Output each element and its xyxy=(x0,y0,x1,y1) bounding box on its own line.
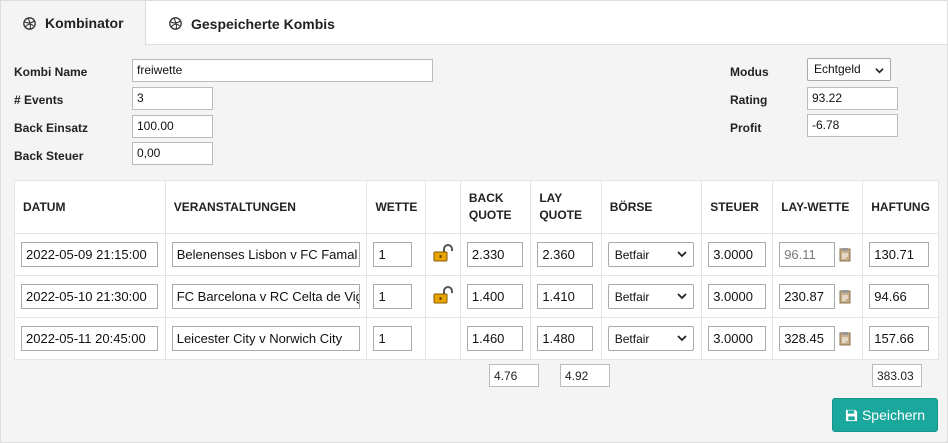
unlock-icon[interactable] xyxy=(433,244,454,262)
col-lay-wette: LAY-WETTE xyxy=(772,180,864,234)
wette-input[interactable]: 1 xyxy=(373,326,413,351)
events-input[interactable]: 3 xyxy=(132,87,213,110)
tab-label: Kombinator xyxy=(45,15,124,31)
lay-wette-input[interactable]: 328.45 xyxy=(779,326,836,351)
chevron-down-icon xyxy=(677,251,687,258)
save-button[interactable]: Speichern xyxy=(832,398,938,432)
back-quote-input[interactable]: 1.460 xyxy=(466,326,523,351)
profit-input[interactable]: -6.78 xyxy=(807,114,898,137)
dribbble-icon xyxy=(23,16,36,30)
table-row: 2022-05-10 21:30:00 FC Barcelona v RC Ce… xyxy=(14,275,939,318)
back-quote-input[interactable]: 1.400 xyxy=(466,284,523,309)
tab-gespeicherte-kombis[interactable]: Gespeicherte Kombis xyxy=(147,1,367,46)
back-einsatz-input[interactable]: 100.00 xyxy=(132,115,213,138)
lay-quote-total: 4.92 xyxy=(560,364,610,387)
wette-input[interactable]: 1 xyxy=(373,284,413,309)
col-steuer: STEUER xyxy=(701,180,774,234)
modus-label: Modus xyxy=(730,65,769,79)
boerse-value: Betfair xyxy=(614,248,650,262)
back-quote-input[interactable]: 2.330 xyxy=(466,242,523,267)
lay-quote-input[interactable]: 2.360 xyxy=(537,242,594,267)
haftung-input[interactable]: 94.66 xyxy=(869,284,930,309)
profit-label: Profit xyxy=(730,121,762,135)
col-wette: WETTE xyxy=(366,180,427,234)
clipboard-icon[interactable] xyxy=(839,289,851,304)
dribbble-icon xyxy=(169,17,182,30)
clipboard-icon[interactable] xyxy=(839,331,851,346)
lay-wette-input[interactable]: 96.11 xyxy=(779,242,836,267)
rating-label: Rating xyxy=(730,93,768,107)
back-steuer-input[interactable]: 0,00 xyxy=(132,142,213,165)
table-header-row: DATUM VERANSTALTUNGEN WETTE BACK QUOTE LA… xyxy=(14,180,939,234)
unlock-icon[interactable] xyxy=(433,286,454,304)
boerse-value: Betfair xyxy=(614,332,650,346)
rating-input[interactable]: 93.22 xyxy=(807,87,898,110)
table-row: 2022-05-09 21:15:00 Belenenses Lisbon v … xyxy=(14,233,939,276)
table-row: 2022-05-11 20:45:00 Leicester City v Nor… xyxy=(14,317,939,360)
haftung-input[interactable]: 130.71 xyxy=(869,242,930,267)
back-einsatz-label: Back Einsatz xyxy=(14,121,89,135)
tab-label: Gespeicherte Kombis xyxy=(191,15,335,32)
boerse-select[interactable]: Betfair xyxy=(607,284,694,309)
lay-quote-input[interactable]: 1.410 xyxy=(537,284,594,309)
events-label: # Events xyxy=(14,93,64,107)
kombi-name-input[interactable]: freiwette xyxy=(132,59,433,82)
lock-cell-empty xyxy=(425,317,461,360)
back-quote-total: 4.76 xyxy=(489,364,539,387)
floppy-disk-icon xyxy=(845,409,858,421)
col-veranstaltungen: VERANSTALTUNGEN xyxy=(164,180,368,234)
col-datum: DATUM xyxy=(14,180,166,234)
events-table: DATUM VERANSTALTUNGEN WETTE BACK QUOTE LA… xyxy=(14,180,939,360)
modus-select[interactable]: Echtgeld xyxy=(807,58,891,81)
lay-quote-input[interactable]: 1.480 xyxy=(537,326,594,351)
col-back-quote: BACK QUOTE xyxy=(459,180,532,234)
kombi-name-label: Kombi Name xyxy=(14,65,88,79)
chevron-down-icon xyxy=(677,293,687,300)
col-boerse: BÖRSE xyxy=(600,180,703,234)
modus-value: Echtgeld xyxy=(814,62,861,76)
save-button-label: Speichern xyxy=(861,407,926,423)
haftung-input[interactable]: 157.66 xyxy=(869,326,930,351)
steuer-input[interactable]: 3.0000 xyxy=(708,284,767,309)
boerse-value: Betfair xyxy=(614,290,650,304)
event-input[interactable]: FC Barcelona v RC Celta de Vig xyxy=(171,284,360,309)
wette-input[interactable]: 1 xyxy=(373,242,413,267)
kombinator-panel: Kombinator Gespeicherte Kombis Kombi Nam… xyxy=(0,0,948,443)
col-lay-quote: LAY QUOTE xyxy=(530,180,602,234)
tab-kombinator[interactable]: Kombinator xyxy=(1,1,146,46)
datum-input[interactable]: 2022-05-11 20:45:00 xyxy=(21,326,158,351)
steuer-input[interactable]: 3.0000 xyxy=(708,326,767,351)
event-input[interactable]: Leicester City v Norwich City xyxy=(171,326,360,351)
tab-bar: Kombinator Gespeicherte Kombis xyxy=(1,1,947,46)
col-haftung: HAFTUNG xyxy=(862,180,939,234)
event-input[interactable]: Belenenses Lisbon v FC Famal xyxy=(171,242,360,267)
boerse-select[interactable]: Betfair xyxy=(607,242,694,267)
steuer-input[interactable]: 3.0000 xyxy=(708,242,767,267)
clipboard-icon[interactable] xyxy=(839,247,851,262)
back-steuer-label: Back Steuer xyxy=(14,149,84,163)
col-lock xyxy=(425,180,461,234)
datum-input[interactable]: 2022-05-09 21:15:00 xyxy=(21,242,158,267)
boerse-select[interactable]: Betfair xyxy=(607,326,694,351)
chevron-down-icon xyxy=(677,335,687,342)
lay-wette-input[interactable]: 230.87 xyxy=(779,284,836,309)
haftung-total: 383.03 xyxy=(872,364,922,387)
chevron-down-icon xyxy=(875,68,884,74)
datum-input[interactable]: 2022-05-10 21:30:00 xyxy=(21,284,158,309)
